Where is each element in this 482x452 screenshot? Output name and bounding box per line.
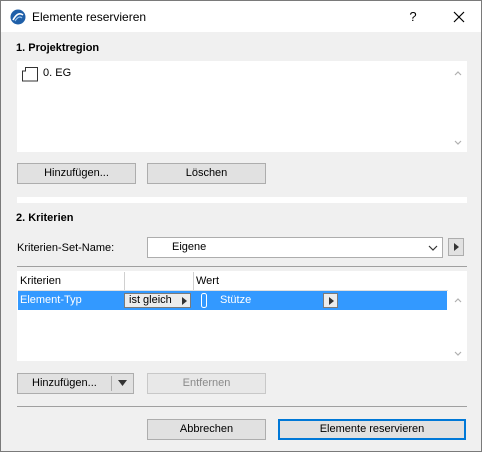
close-icon[interactable] bbox=[447, 7, 471, 27]
chevron-down-icon bbox=[428, 245, 438, 251]
dialog-window: Elemente reservieren ? 1. Projektregion … bbox=[0, 0, 482, 452]
list-item[interactable]: 0. EG bbox=[21, 66, 221, 82]
triangle-right-icon bbox=[454, 243, 459, 251]
operator-select[interactable]: ist gleich bbox=[124, 293, 191, 308]
projektregion-list[interactable]: 0. EG bbox=[17, 61, 467, 152]
criterion-cell: Element-Typ bbox=[20, 294, 82, 306]
remove-criterion-button[interactable]: Entfernen bbox=[147, 373, 266, 394]
triangle-right-icon bbox=[182, 297, 187, 305]
column-divider bbox=[124, 272, 125, 291]
scroll-up-icon[interactable] bbox=[452, 67, 464, 79]
value-options-button[interactable] bbox=[323, 293, 338, 308]
criteria-table[interactable]: Kriterien Wert bbox=[17, 271, 467, 361]
cancel-button[interactable]: Abbrechen bbox=[147, 419, 266, 440]
title-bar: Elemente reservieren ? bbox=[1, 1, 481, 32]
split-divider bbox=[111, 376, 112, 391]
value-cell: Stütze bbox=[220, 294, 252, 306]
column-divider bbox=[193, 272, 194, 291]
add-region-button[interactable]: Hinzufügen... bbox=[17, 163, 136, 184]
story-icon bbox=[22, 67, 38, 82]
operator-value: ist gleich bbox=[129, 294, 172, 306]
delete-region-button[interactable]: Löschen bbox=[147, 163, 266, 184]
set-name-value: Eigene bbox=[172, 241, 207, 253]
add-criterion-label: Hinzufügen... bbox=[32, 377, 97, 389]
column-icon bbox=[201, 293, 207, 308]
set-name-select[interactable]: Eigene bbox=[147, 237, 443, 258]
window-title: Elemente reservieren bbox=[32, 10, 147, 24]
triangle-right-icon bbox=[329, 297, 334, 305]
caret-down-icon[interactable] bbox=[118, 380, 127, 387]
section-separator bbox=[17, 197, 467, 203]
add-criterion-button[interactable]: Hinzufügen... bbox=[17, 373, 134, 394]
set-name-label: Kriterien-Set-Name: bbox=[17, 242, 115, 254]
scroll-down-icon[interactable] bbox=[452, 137, 464, 149]
list-item-label: 0. EG bbox=[43, 67, 72, 79]
divider bbox=[17, 266, 467, 267]
archicad-app-icon bbox=[10, 9, 26, 25]
projektregion-heading: 1. Projektregion bbox=[16, 42, 100, 54]
reserve-elements-button[interactable]: Elemente reservieren bbox=[278, 419, 466, 440]
scroll-up-icon[interactable] bbox=[452, 294, 464, 306]
table-row[interactable]: Element-Typ ist gleich Stütze bbox=[18, 291, 447, 310]
footer-divider bbox=[17, 406, 467, 407]
scroll-down-icon[interactable] bbox=[452, 348, 464, 360]
help-button[interactable]: ? bbox=[401, 7, 425, 27]
kriterien-heading: 2. Kriterien bbox=[16, 212, 74, 224]
set-options-button[interactable] bbox=[448, 238, 464, 256]
